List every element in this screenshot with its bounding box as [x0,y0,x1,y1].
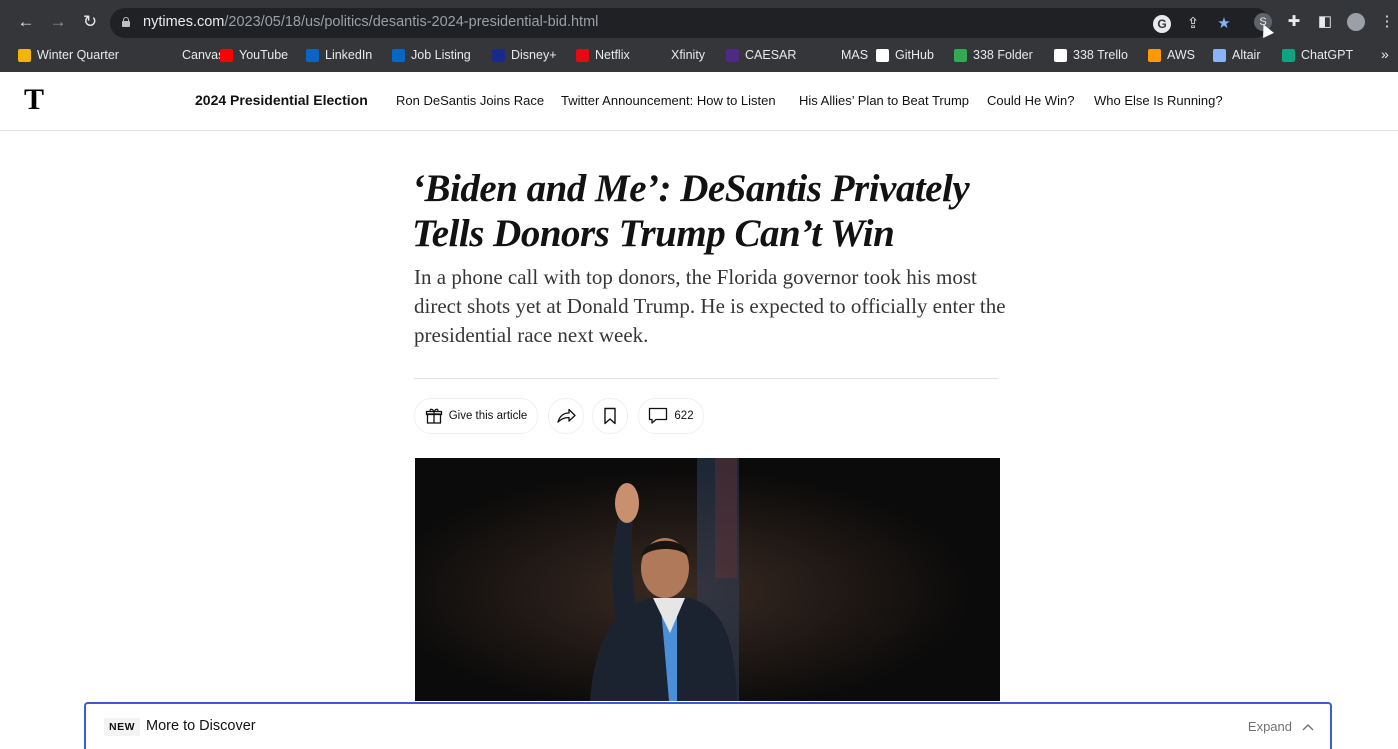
google-drive-icon [954,48,967,62]
article-summary: In a phone call with top donors, the Flo… [414,265,1006,347]
bookmark-label: Job Listing [411,48,471,62]
article-photo [415,458,1000,701]
bookmark-label: Disney+ [511,48,557,62]
aws-icon [1148,48,1161,62]
bookmark-xfinity[interactable]: Xfinity [652,46,705,64]
desantis-waving-image [415,458,1000,701]
northwestern-n-icon [726,48,739,62]
browser-chrome: ← → ↻ nytimes.com/2023/05/18/us/politics… [0,0,1398,72]
bookmark-mas[interactable]: MAS [822,46,868,64]
bookmark-label: GitHub [895,48,934,62]
star-icon [1213,48,1226,62]
profile-avatar[interactable] [1347,13,1365,31]
bookmark-label: 338 Folder [973,48,1033,62]
bookmark-label: ChatGPT [1301,48,1354,62]
back-arrow-icon[interactable]: ← [16,12,36,32]
chevron-up-icon [1302,723,1314,730]
menu-kebab-icon[interactable]: ⋮ [1378,13,1396,31]
article-headline: ‘Biden and Me’: DeSantis Privately Tells… [412,167,970,255]
url-text[interactable]: nytimes.com/2023/05/18/us/politics/desan… [143,14,598,30]
bookmark-github[interactable]: GitHub [876,46,934,64]
bookmark-label: Xfinity [671,48,706,62]
bookmark-disney[interactable]: Disney+ [492,46,557,64]
nav-link-who-else[interactable]: Who Else Is Running? [1094,93,1223,108]
bookmarks-bar: Winter Quarter Canvas YouTube LinkedIn Job L… [0,44,1398,66]
bookmark-icon [604,407,616,425]
bookmark-label: MAS [841,48,869,62]
github-icon [876,48,889,62]
bookmark-caesar[interactable]: CAESAR [726,46,796,64]
bookmark-label: CAESAR [745,48,797,62]
trello-icon [1054,48,1067,62]
nav-link-twitter-announcement[interactable]: Twitter Announcement: How to Listen [561,93,776,108]
extensions-puzzle-icon[interactable]: ✚ [1285,13,1303,31]
bookmark-label: LinkedIn [325,48,373,62]
bookmark-label: Winter Quarter [37,48,119,62]
lock-icon [122,17,130,27]
bookmark-youtube[interactable]: YouTube [220,46,288,64]
nyt-logo-icon[interactable]: T [24,85,50,115]
more-to-discover-banner[interactable]: NEW More to Discover Expand [84,702,1332,749]
comment-icon [649,407,668,424]
canvas-icon [163,48,176,62]
save-button[interactable] [592,398,628,434]
give-article-label: Give this article [448,410,528,422]
bookmark-label: Canvas [182,48,225,62]
reload-icon[interactable]: ↻ [80,12,100,32]
comment-count: 622 [674,410,694,422]
expand-button[interactable]: Expand [1248,719,1314,734]
forward-arrow-icon[interactable]: → [48,12,68,32]
bookmark-label: YouTube [239,48,289,62]
nav-link-desantis-joins[interactable]: Ron DeSantis Joins Race [396,93,544,108]
divider [414,378,998,379]
nyt-topic-bar: T 2024 Presidential Election Ron DeSanti… [0,72,1398,131]
url-path: /2023/05/18/us/politics/desantis-2024-pr… [224,14,599,30]
address-bar[interactable]: nytimes.com/2023/05/18/us/politics/desan… [110,8,1270,38]
netflix-icon [576,48,589,62]
nav-link-2024-election[interactable]: 2024 Presidential Election [195,92,368,108]
disney-plus-icon [492,48,505,62]
chatgpt-icon [1282,48,1295,62]
bookmark-338-trello[interactable]: 338 Trello [1054,46,1128,64]
comments-button[interactable]: 622 [638,398,704,434]
address-bar-row: ← → ↻ nytimes.com/2023/05/18/us/politics… [0,0,1398,44]
bookmark-label: Netflix [595,48,630,62]
bookmark-aws[interactable]: AWS [1148,46,1195,64]
nav-link-could-he-win[interactable]: Could He Win? [987,93,1074,108]
bookmark-winter-quarter[interactable]: Winter Quarter [18,46,119,64]
share-icon[interactable]: ⇪ [1184,15,1202,33]
mas-icon [822,48,835,62]
google-lens-icon[interactable]: G [1153,15,1171,33]
linkedin-icon [306,48,319,62]
banner-title: More to Discover [146,718,256,734]
bookmark-star-icon[interactable]: ★ [1215,15,1233,33]
give-article-button[interactable]: Give this article [414,398,538,434]
youtube-icon [220,48,233,62]
bookmark-altair[interactable]: Altair [1213,46,1260,64]
expand-label: Expand [1247,719,1292,734]
share-arrow-icon [557,408,576,423]
google-drive-icon [18,48,31,62]
bookmark-label: 338 Trello [1073,48,1128,62]
bookmark-canvas[interactable]: Canvas [163,46,224,64]
bookmark-chatgpt[interactable]: ChatGPT [1282,46,1353,64]
bookmark-job-listing[interactable]: Job Listing [392,46,471,64]
side-panel-icon[interactable]: ◧ [1316,13,1334,31]
url-host: nytimes.com [143,14,225,30]
bookmark-338-folder[interactable]: 338 Folder [954,46,1033,64]
bookmark-label: Altair [1232,48,1261,62]
new-badge: NEW [104,718,140,736]
bookmark-linkedin[interactable]: LinkedIn [306,46,372,64]
linkedin-icon [392,48,405,62]
share-button[interactable] [548,398,584,434]
bookmark-label: AWS [1167,48,1196,62]
bookmarks-overflow-button[interactable]: » [1381,46,1389,62]
bookmark-netflix[interactable]: Netflix [576,46,630,64]
xfinity-icon [652,48,665,62]
gift-icon [425,408,442,424]
nav-link-allies-plan[interactable]: His Allies’ Plan to Beat Trump [799,93,969,108]
